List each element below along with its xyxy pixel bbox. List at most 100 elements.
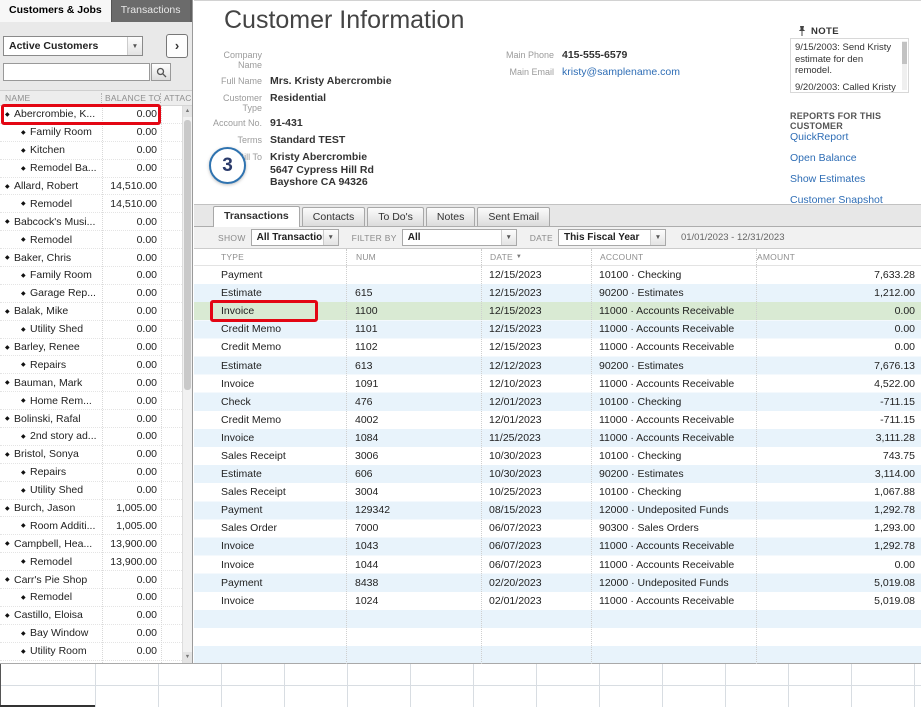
customer-row[interactable]: ◆ Utility Shed 0.00 — [0, 482, 192, 500]
transaction-row[interactable]: Payment 129342 08/15/2023 12000 · Undepo… — [194, 501, 921, 519]
customer-row[interactable]: ◆ Castillo, Eloisa 0.00 — [0, 607, 192, 625]
customer-name: Remodel — [30, 591, 102, 603]
transaction-row[interactable]: Estimate 606 10/30/2023 90200 · Estimate… — [194, 465, 921, 483]
tab-contacts[interactable]: Contacts — [302, 207, 365, 226]
customer-row[interactable]: ◆ Kitchen 0.00 — [0, 142, 192, 160]
transaction-row[interactable]: Invoice 1091 12/10/2023 11000 · Accounts… — [194, 375, 921, 393]
customer-balance: 0.00 — [102, 395, 160, 407]
link-quickreport[interactable]: QuickReport — [790, 131, 848, 143]
tab-notes[interactable]: Notes — [426, 207, 475, 226]
customer-row[interactable]: ◆ Repairs 0.00 — [0, 356, 192, 374]
transaction-row[interactable]: Credit Memo 1101 12/15/2023 11000 · Acco… — [194, 320, 921, 338]
customer-row[interactable]: ◆ Bay Window 0.00 — [0, 625, 192, 643]
expand-view-button[interactable]: › — [166, 34, 188, 58]
tab-customers-and-jobs[interactable]: Customers & Jobs — [0, 0, 111, 22]
customer-search-input[interactable] — [3, 63, 150, 81]
column-header-account[interactable]: ACCOUNT — [591, 249, 756, 265]
customer-row[interactable]: ◆ Remodel Ba... 0.00 — [0, 160, 192, 178]
customer-row[interactable]: ◆ Babcock's Musi... 0.00 — [0, 213, 192, 231]
transaction-row[interactable]: Payment 12/15/2023 10100 · Checking 7,63… — [194, 266, 921, 284]
scrollbar-thumb[interactable] — [902, 42, 907, 64]
transaction-type: Sales Receipt — [194, 486, 346, 498]
column-header-date[interactable]: DATE▼ — [481, 249, 591, 265]
column-header-amount[interactable]: AMOUNT — [756, 249, 921, 265]
transaction-row[interactable]: Payment 8438 02/20/2023 12000 · Undeposi… — [194, 574, 921, 592]
customer-row[interactable]: ◆ Bolinski, Rafal 0.00 — [0, 410, 192, 428]
transaction-row[interactable]: Sales Order 7000 06/07/2023 90300 · Sale… — [194, 519, 921, 537]
transaction-row[interactable]: Sales Receipt 3004 10/25/2023 10100 · Ch… — [194, 483, 921, 501]
sidebar-scrollbar[interactable]: ▲ ▼ — [182, 106, 192, 663]
customer-center-sidebar: Customers & Jobs Transactions Active Cus… — [0, 0, 193, 663]
customer-row[interactable]: ◆ Repairs 0.00 — [0, 464, 192, 482]
customer-row[interactable]: ◆ Balak, Mike 0.00 — [0, 303, 192, 321]
customer-balance: 0.00 — [102, 234, 160, 246]
transaction-row[interactable]: Invoice 1024 02/01/2023 11000 · Accounts… — [194, 592, 921, 610]
customer-row[interactable]: ◆ 2nd story ad... 0.00 — [0, 428, 192, 446]
customer-row[interactable]: ◆ Bristol, Sonya 0.00 — [0, 446, 192, 464]
grid-line — [725, 664, 726, 707]
column-header-attach[interactable]: ATTACH — [160, 93, 192, 103]
transaction-row[interactable]: Sales Receipt 3006 10/30/2023 10100 · Ch… — [194, 447, 921, 465]
transaction-row[interactable]: Invoice 1100 12/15/2023 11000 · Accounts… — [194, 302, 921, 320]
customer-row[interactable]: ◆ Utility Shed 0.00 — [0, 321, 192, 339]
column-header-name[interactable]: NAME — [0, 93, 101, 103]
customer-row[interactable]: ◆ Abercrombie, K... 0.00 — [0, 106, 192, 124]
customer-row[interactable]: ◆ Carr's Pie Shop 0.00 — [0, 571, 192, 589]
customer-name: Family Room — [30, 269, 102, 281]
customer-row[interactable]: ◆ Remodel 14,510.00 — [0, 195, 192, 213]
customer-row[interactable]: ◆ Barley, Renee 0.00 — [0, 339, 192, 357]
customer-row[interactable]: ◆ Burch, Jason 1,005.00 — [0, 500, 192, 518]
link-show-estimates[interactable]: Show Estimates — [790, 173, 865, 185]
transaction-row[interactable]: Invoice 1043 06/07/2023 11000 · Accounts… — [194, 537, 921, 555]
customer-row[interactable]: ◆ Bauman, Mark 0.00 — [0, 374, 192, 392]
transaction-row[interactable]: Estimate 613 12/12/2023 90200 · Estimate… — [194, 356, 921, 374]
scrollbar-thumb[interactable] — [184, 120, 191, 390]
transaction-num: 3006 — [346, 450, 481, 462]
link-customer-snapshot[interactable]: Customer Snapshot — [790, 194, 883, 204]
note-box[interactable]: 9/15/2003: Send Kristy estimate for den … — [790, 38, 909, 93]
grid-line — [284, 664, 285, 707]
transaction-row[interactable]: Invoice 1084 11/25/2023 11000 · Accounts… — [194, 429, 921, 447]
customer-row[interactable]: ◆ Room Additi... 1,005.00 — [0, 517, 192, 535]
customer-row[interactable]: ◆ Utility Room 0.00 — [0, 643, 192, 661]
email-link[interactable]: kristy@samplename.com — [562, 66, 680, 79]
diamond-icon: ◆ — [21, 236, 30, 243]
transaction-row[interactable]: Estimate 615 12/15/2023 90200 · Estimate… — [194, 284, 921, 302]
scroll-up-icon[interactable]: ▲ — [183, 106, 192, 117]
transaction-row[interactable]: Invoice 1044 06/07/2023 11000 · Accounts… — [194, 556, 921, 574]
customer-row[interactable]: ◆ Campbell, Hea... 13,900.00 — [0, 535, 192, 553]
transaction-row[interactable]: Check 476 12/01/2023 10100 · Checking -7… — [194, 393, 921, 411]
customer-row[interactable]: ◆ Garage Rep... 0.00 — [0, 285, 192, 303]
customer-row[interactable]: ◆ Remodel 13,900.00 — [0, 553, 192, 571]
customer-row[interactable]: ◆ Family Room 0.00 — [0, 267, 192, 285]
date-dropdown[interactable]: This Fiscal Year ▼ — [558, 229, 666, 246]
column-header-type[interactable]: TYPE — [194, 249, 346, 265]
filter-by-dropdown[interactable]: All ▼ — [402, 229, 517, 246]
customer-row[interactable]: ◆ Allard, Robert 14,510.00 — [0, 178, 192, 196]
note-scrollbar[interactable] — [902, 41, 907, 90]
customer-row[interactable]: ◆ Home Rem... 0.00 — [0, 392, 192, 410]
customer-filter-dropdown[interactable]: Active Customers ▼ — [3, 36, 143, 56]
customer-name: Bay Window — [30, 627, 102, 639]
customer-row[interactable]: ◆ Remodel 0.00 — [0, 231, 192, 249]
tab-transactions[interactable]: Transactions — [213, 206, 300, 227]
link-open-balance[interactable]: Open Balance — [790, 152, 857, 164]
customer-row[interactable]: ◆ Family Room 0.00 — [0, 124, 192, 142]
transaction-amount: 7,676.13 — [756, 360, 921, 372]
tab-todos[interactable]: To Do's — [367, 207, 424, 226]
customer-filter-value: Active Customers — [4, 40, 127, 52]
column-header-num[interactable]: NUM — [346, 249, 481, 265]
transaction-type: Credit Memo — [194, 323, 346, 335]
transaction-row[interactable]: Credit Memo 1102 12/15/2023 11000 · Acco… — [194, 338, 921, 356]
show-dropdown[interactable]: All Transactions ▼ — [251, 229, 339, 246]
search-button[interactable] — [151, 63, 171, 81]
transaction-amount: 3,111.28 — [756, 432, 921, 444]
scroll-down-icon[interactable]: ▼ — [183, 652, 192, 663]
column-header-balance[interactable]: BALANCE TOT... — [101, 93, 160, 103]
tab-transactions-sidebar[interactable]: Transactions — [111, 0, 190, 22]
diamond-icon: ◆ — [21, 648, 30, 655]
transaction-row[interactable]: Credit Memo 4002 12/01/2023 11000 · Acco… — [194, 411, 921, 429]
customer-row[interactable]: ◆ Remodel 0.00 — [0, 589, 192, 607]
customer-row[interactable]: ◆ Baker, Chris 0.00 — [0, 249, 192, 267]
tab-sent-email[interactable]: Sent Email — [477, 207, 550, 226]
